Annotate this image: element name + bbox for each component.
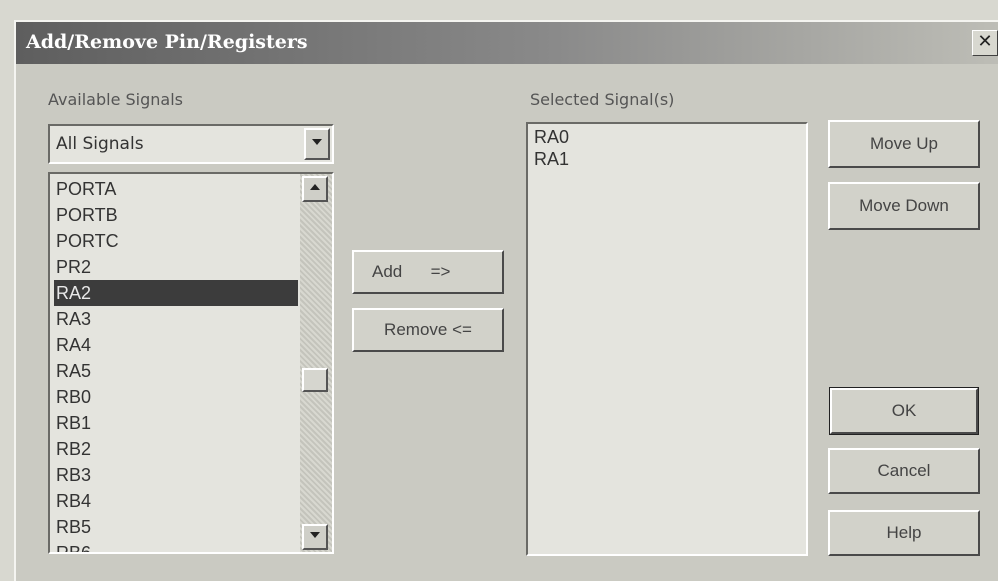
ok-button[interactable]: OK: [829, 387, 979, 435]
remove-button[interactable]: Remove <=: [352, 308, 504, 352]
available-signal-item[interactable]: RA4: [54, 332, 298, 358]
signal-filter-value: All Signals: [56, 134, 144, 154]
available-list-scrollbar[interactable]: [300, 174, 332, 552]
scroll-thumb[interactable]: [302, 368, 328, 392]
available-signal-item[interactable]: PORTB: [54, 202, 298, 228]
available-signal-item[interactable]: RB0: [54, 384, 298, 410]
available-signal-item[interactable]: RB5: [54, 514, 298, 540]
selected-signals-items: RA0 RA1: [532, 126, 806, 170]
dialog-title: Add/Remove Pin/Registers: [26, 31, 308, 53]
selected-signal-item[interactable]: RA0: [532, 126, 806, 148]
add-button[interactable]: Add =>: [352, 250, 504, 294]
arrow-down-icon: [310, 532, 320, 538]
signal-filter-combo[interactable]: All Signals: [48, 124, 334, 164]
available-signals-label: Available Signals: [48, 90, 183, 109]
selected-signal-item[interactable]: RA1: [532, 148, 806, 170]
selected-signals-list[interactable]: RA0 RA1: [526, 122, 808, 556]
available-signal-item[interactable]: PORTC: [54, 228, 298, 254]
arrow-up-icon: [310, 184, 320, 190]
close-icon: ✕: [977, 31, 993, 52]
available-signal-item[interactable]: RA3: [54, 306, 298, 332]
title-bar[interactable]: Add/Remove Pin/Registers ✕: [16, 22, 998, 64]
available-signal-item[interactable]: PORTA: [54, 176, 298, 202]
help-button[interactable]: Help: [828, 510, 980, 556]
cancel-button[interactable]: Cancel: [828, 448, 980, 494]
scroll-up-button[interactable]: [302, 176, 328, 202]
available-signal-item[interactable]: RB4: [54, 488, 298, 514]
chevron-down-icon: [312, 139, 322, 145]
move-down-button[interactable]: Move Down: [828, 182, 980, 230]
scroll-down-button[interactable]: [302, 524, 328, 550]
close-button[interactable]: ✕: [972, 30, 998, 56]
available-signal-item[interactable]: RA2: [54, 280, 298, 306]
move-up-button[interactable]: Move Up: [828, 120, 980, 168]
available-signal-item[interactable]: RA5: [54, 358, 298, 384]
selected-signals-label: Selected Signal(s): [530, 90, 675, 109]
available-signal-item[interactable]: RB2: [54, 436, 298, 462]
available-signal-item[interactable]: PR2: [54, 254, 298, 280]
available-signals-list[interactable]: PORTA PORTB PORTC PR2 RA2 RA3 RA4 RA5 RB0 RB1 RB2 R…: [48, 172, 334, 554]
available-signal-item[interactable]: RB1: [54, 410, 298, 436]
available-signal-item[interactable]: RB6: [54, 540, 298, 552]
available-signal-item[interactable]: RB3: [54, 462, 298, 488]
available-signals-items: PORTA PORTB PORTC PR2 RA2 RA3 RA4 RA5 RB0 RB1 RB2 R…: [54, 176, 298, 552]
filter-dropdown-button[interactable]: [304, 128, 330, 160]
